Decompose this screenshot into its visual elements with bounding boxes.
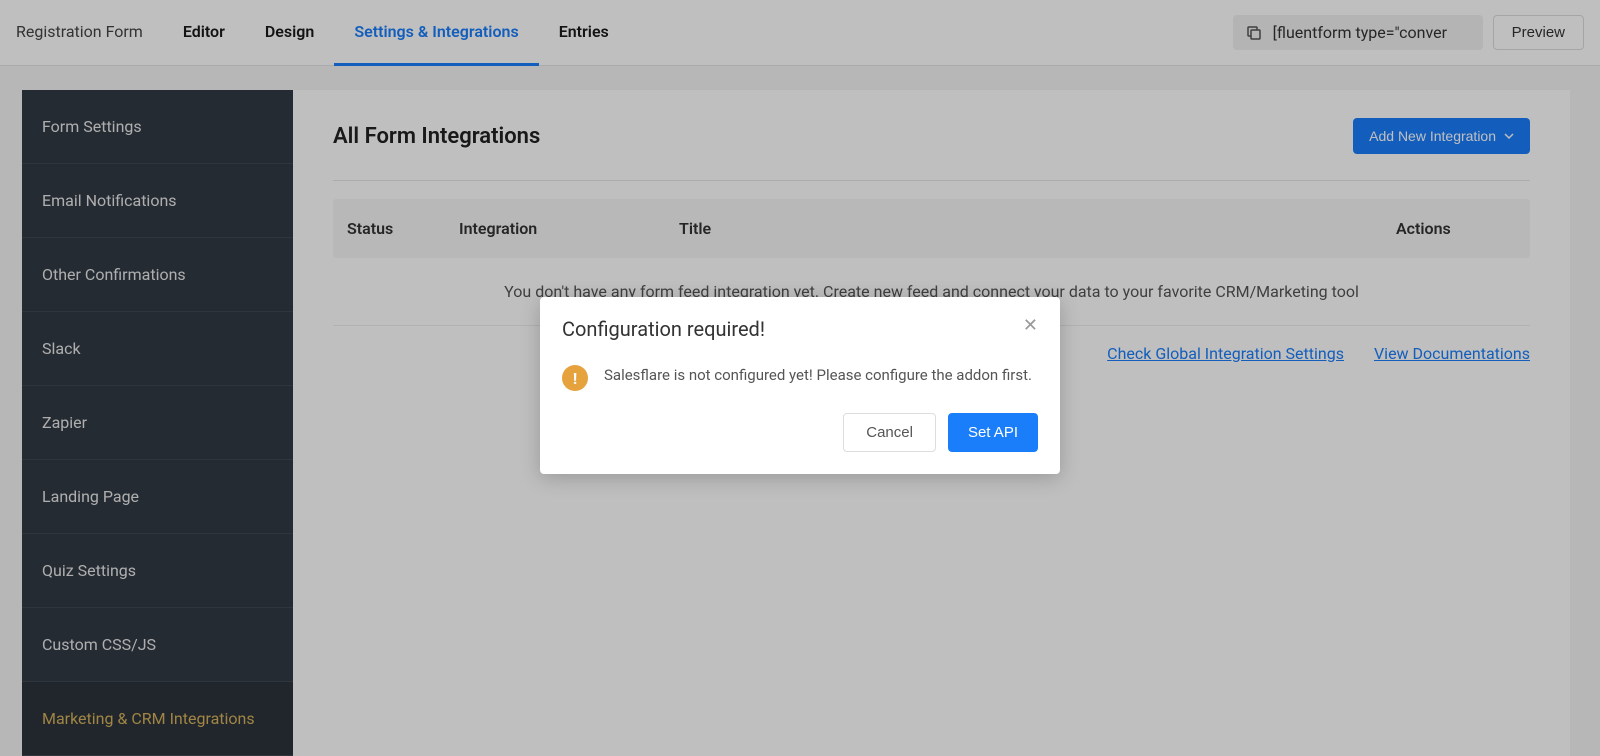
cancel-button[interactable]: Cancel [843, 413, 936, 452]
modal-header: Configuration required! ✕ [540, 297, 1060, 349]
warning-icon: ! [562, 365, 588, 391]
configuration-modal: Configuration required! ✕ ! Salesflare i… [540, 297, 1060, 474]
modal-message: Salesflare is not configured yet! Please… [604, 363, 1032, 389]
set-api-button[interactable]: Set API [948, 413, 1038, 452]
modal-body: ! Salesflare is not configured yet! Plea… [540, 349, 1060, 413]
close-icon[interactable]: ✕ [1023, 317, 1038, 335]
modal-title: Configuration required! [562, 317, 765, 341]
modal-overlay[interactable]: Configuration required! ✕ ! Salesflare i… [0, 0, 1600, 756]
modal-footer: Cancel Set API [540, 413, 1060, 474]
